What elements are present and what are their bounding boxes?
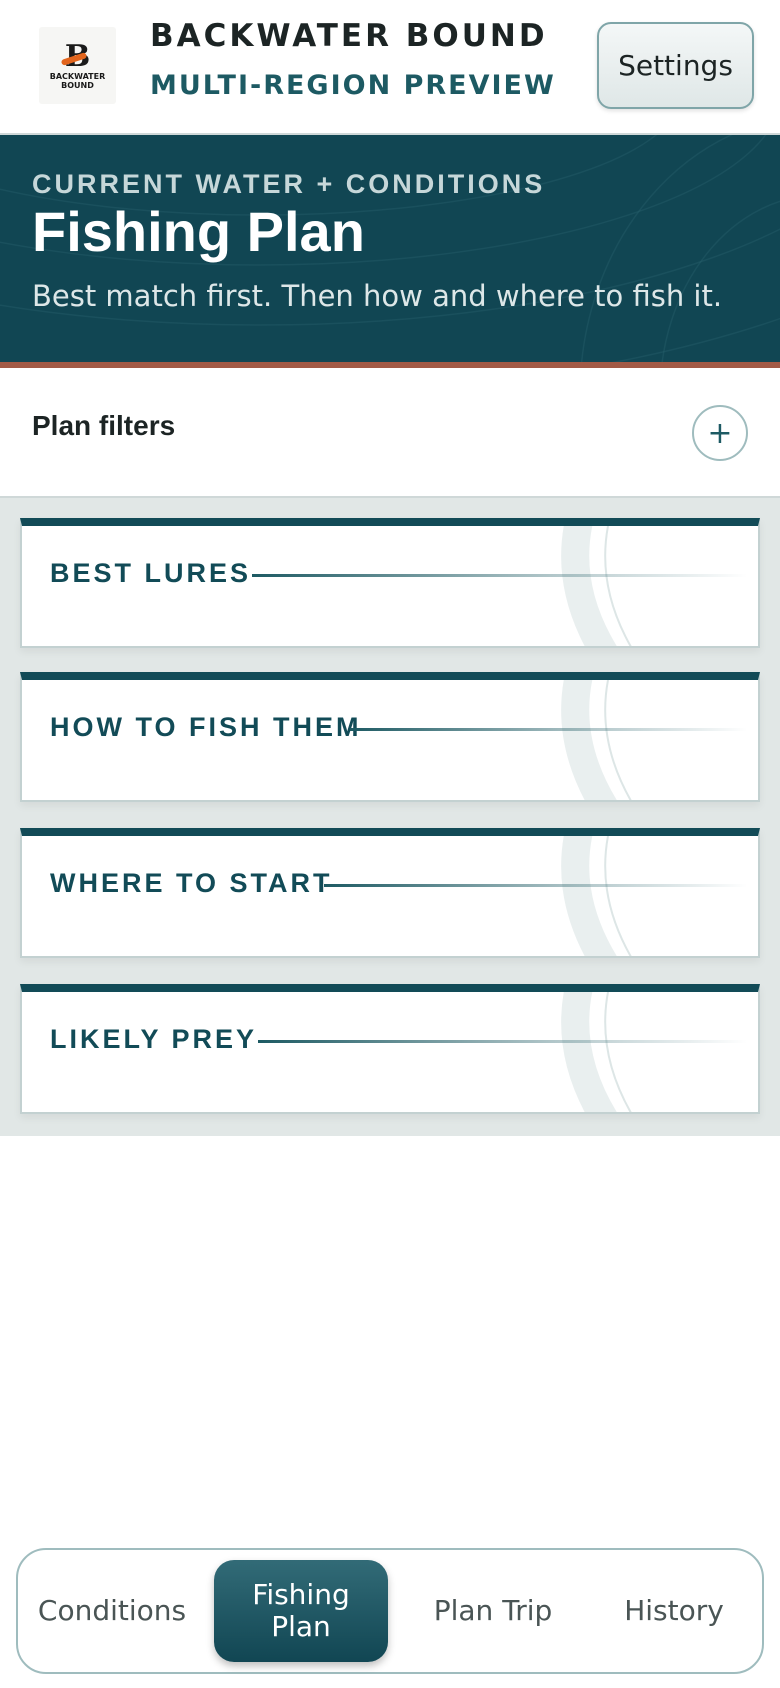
nav-tab-history[interactable]: History bbox=[594, 1560, 754, 1662]
logo-mark: B bbox=[64, 38, 91, 74]
card-title: BEST LURES bbox=[50, 558, 252, 588]
nav-tab-conditions[interactable]: Conditions bbox=[32, 1560, 192, 1662]
brand-subtitle: MULTI-REGION PREVIEW bbox=[150, 70, 556, 101]
arc-decoration bbox=[561, 526, 632, 646]
brand-title: BACKWATER BOUND bbox=[150, 18, 548, 54]
arc-decoration bbox=[561, 992, 632, 1112]
card-title: LIKELY PREY bbox=[50, 1024, 258, 1054]
card-divider bbox=[350, 728, 747, 731]
app-header: B BACKWATER BOUND BACKWATER BOUND MULTI-… bbox=[0, 0, 780, 135]
nav-tab-fishing-plan[interactable]: Fishing Plan bbox=[214, 1560, 388, 1662]
settings-button[interactable]: Settings bbox=[597, 22, 754, 109]
card-where-to-start[interactable]: WHERE TO START bbox=[20, 828, 760, 958]
page-title: Fishing Plan bbox=[32, 200, 365, 263]
card-best-lures[interactable]: BEST LURES bbox=[20, 518, 760, 648]
plan-filters-panel[interactable]: Plan filters + bbox=[0, 368, 780, 498]
arc-decoration bbox=[561, 680, 632, 800]
bottom-nav: Conditions Fishing Plan Plan Trip Histor… bbox=[16, 1548, 764, 1674]
plus-icon[interactable]: + bbox=[692, 405, 748, 461]
card-divider bbox=[258, 1040, 747, 1043]
hero-banner: CURRENT WATER + CONDITIONS Fishing Plan … bbox=[0, 135, 780, 368]
hero-eyebrow: CURRENT WATER + CONDITIONS bbox=[32, 169, 546, 199]
card-title: HOW TO FISH THEM bbox=[50, 712, 362, 742]
hero-description: Best match first. Then how and where to … bbox=[32, 279, 723, 313]
logo-name-line2: BOUND bbox=[61, 80, 94, 90]
card-how-to-fish[interactable]: HOW TO FISH THEM bbox=[20, 672, 760, 802]
brand-logo: B BACKWATER BOUND bbox=[39, 27, 116, 104]
plan-filters-label: Plan filters bbox=[32, 410, 176, 441]
card-likely-prey[interactable]: LIKELY PREY bbox=[20, 984, 760, 1114]
card-divider bbox=[324, 884, 747, 887]
card-title: WHERE TO START bbox=[50, 868, 333, 898]
card-divider bbox=[252, 574, 747, 577]
arc-decoration bbox=[561, 836, 632, 956]
nav-tab-plan-trip[interactable]: Plan Trip bbox=[404, 1560, 582, 1662]
